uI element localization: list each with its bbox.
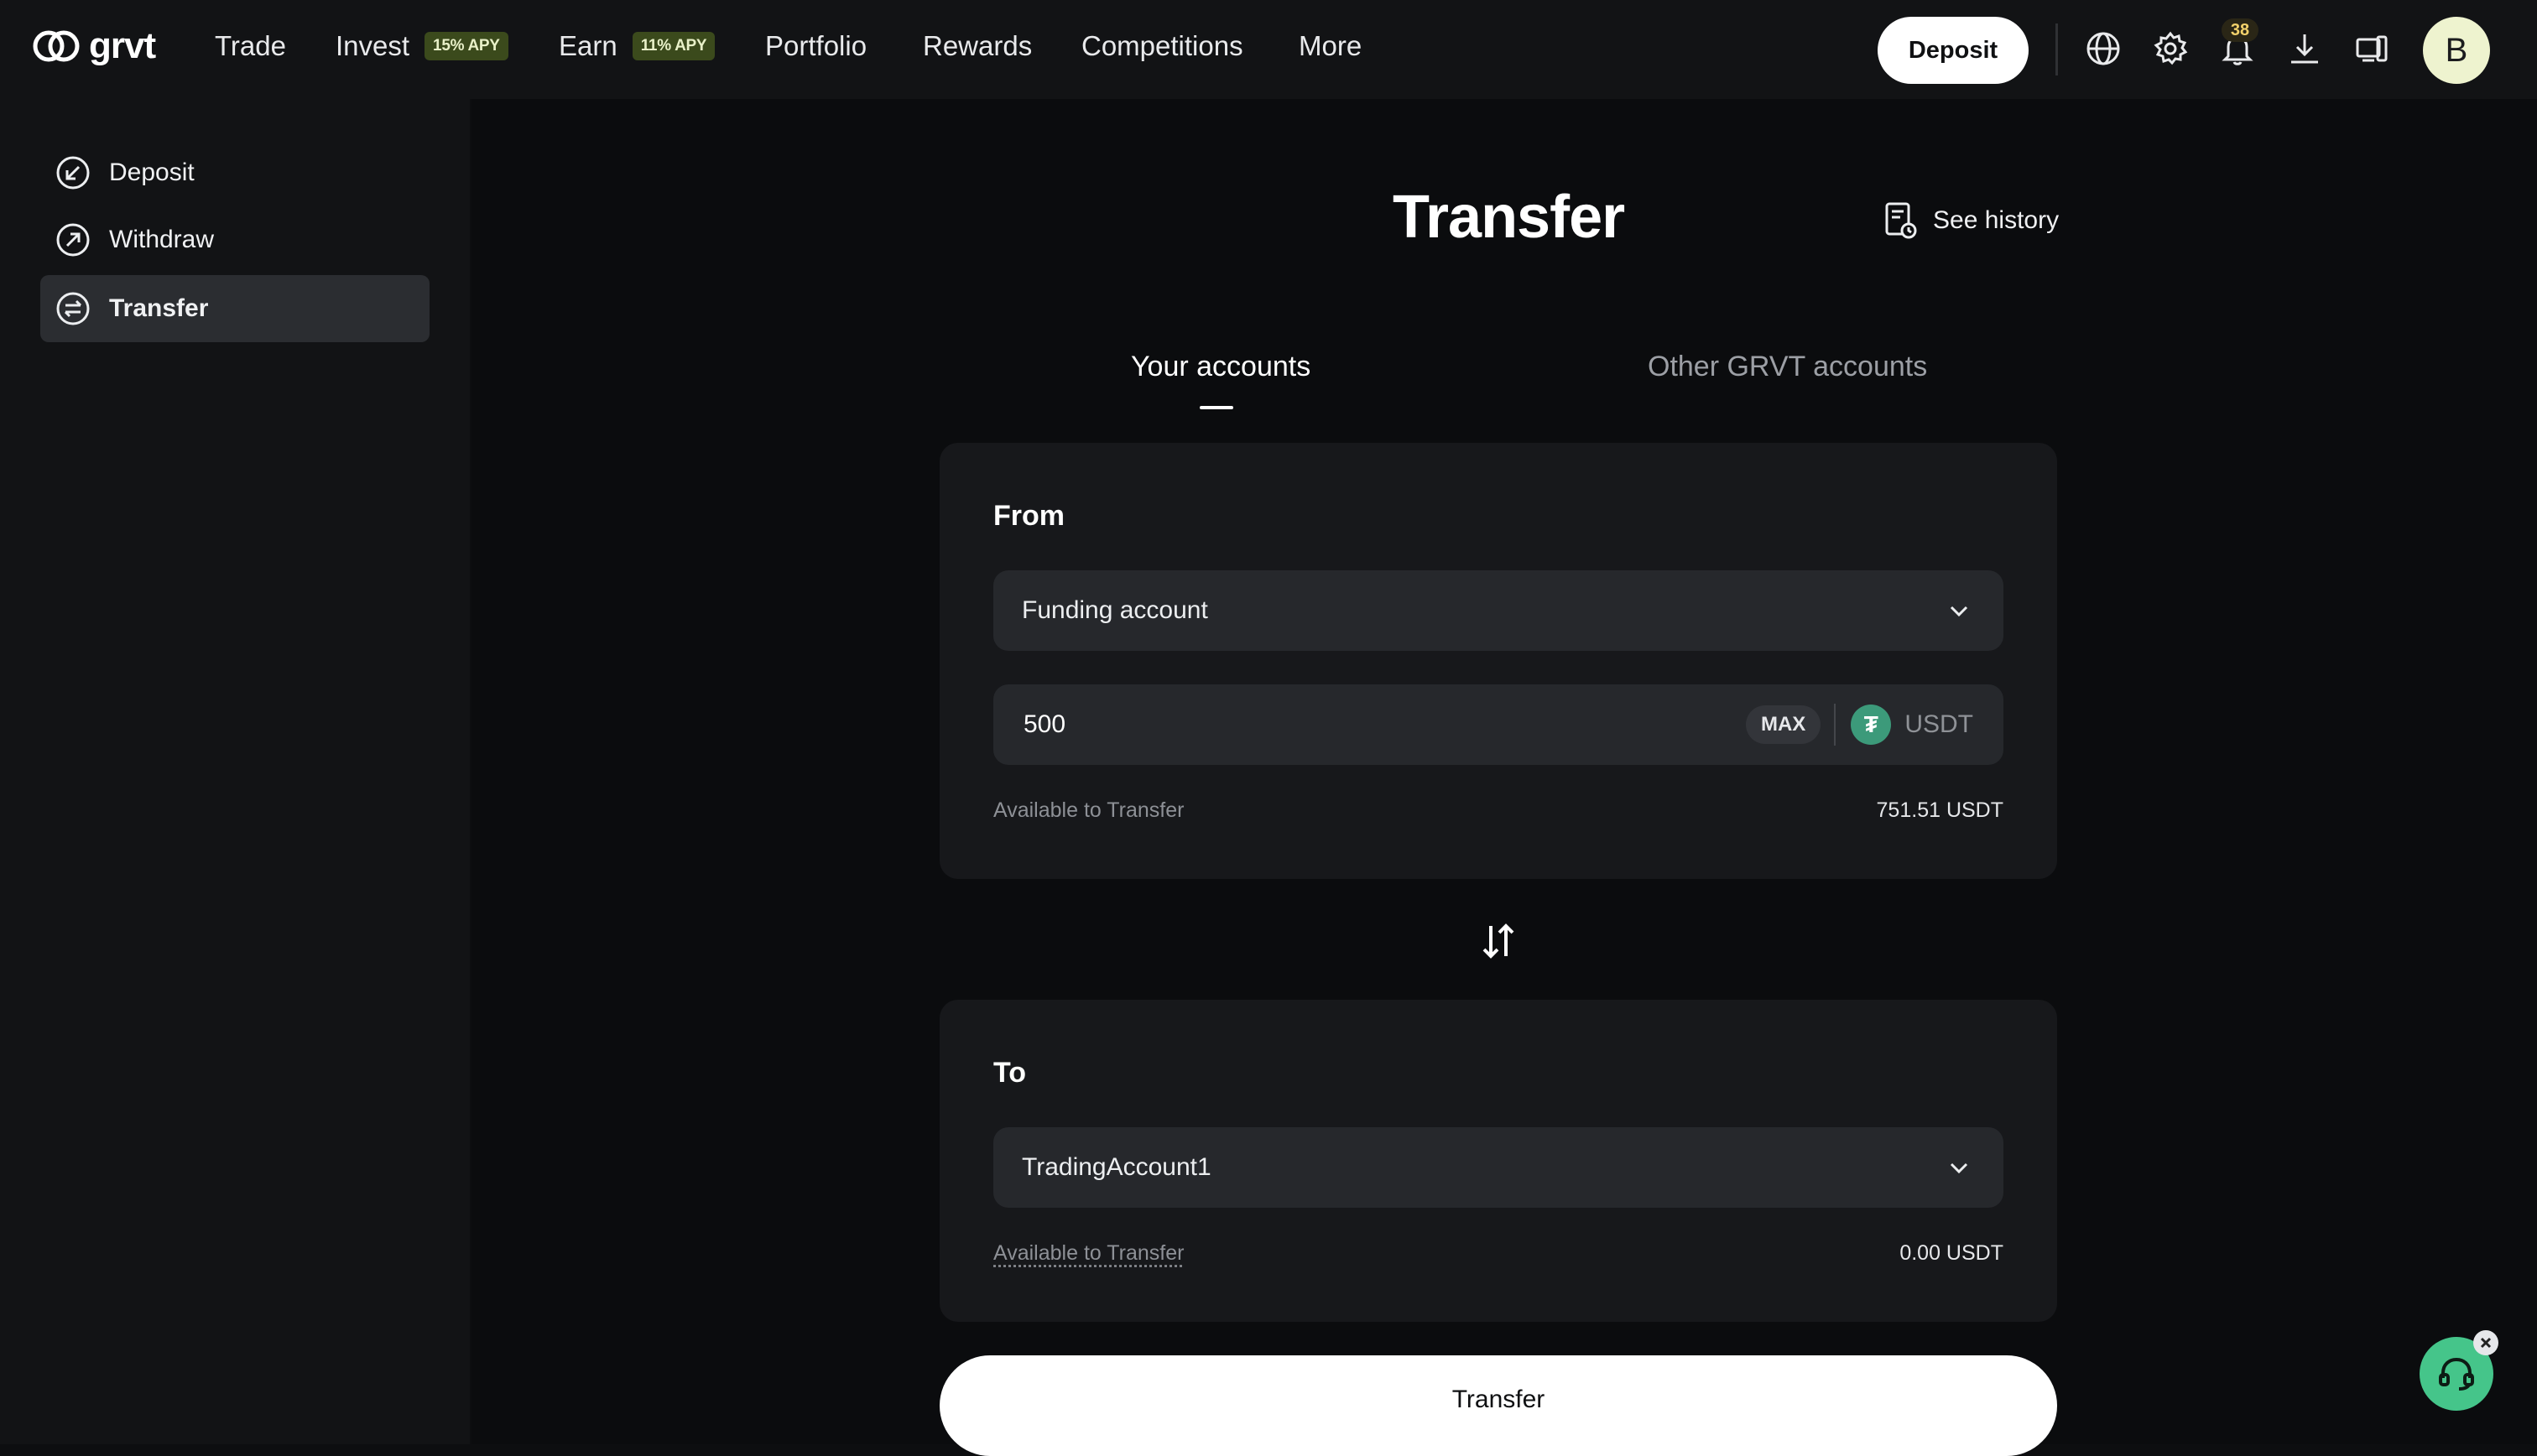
amount-divider bbox=[1834, 704, 1836, 746]
from-available-value: 751.51 USDT bbox=[1876, 798, 2003, 822]
top-navigation-bar: grvt Trade Invest 15% APY Earn 11% APY P… bbox=[0, 0, 2537, 99]
amount-field: MAX ₮ USDT bbox=[993, 684, 2003, 765]
to-available-value: 0.00 USDT bbox=[1899, 1241, 2003, 1265]
nav-more[interactable]: More bbox=[1299, 30, 1362, 62]
from-available-label: Available to Transfer bbox=[993, 798, 1185, 822]
nav-invest[interactable]: Invest 15% APY bbox=[336, 30, 508, 62]
nav-rewards[interactable]: Rewards bbox=[923, 30, 1032, 62]
max-button[interactable]: MAX bbox=[1745, 705, 1821, 744]
see-history-link[interactable]: See history bbox=[1884, 201, 2059, 240]
gear-icon[interactable] bbox=[2151, 29, 2190, 68]
tab-other-grvt-accounts[interactable]: Other GRVT accounts bbox=[1648, 351, 1927, 383]
swap-direction-icon[interactable] bbox=[1477, 919, 1520, 963]
nav-portfolio[interactable]: Portfolio bbox=[765, 30, 867, 62]
from-available-row: Available to Transfer 751.51 USDT bbox=[993, 798, 2003, 823]
nav-rewards-label: Rewards bbox=[923, 30, 1033, 61]
from-label: From bbox=[993, 500, 1065, 532]
usdt-coin-icon: ₮ bbox=[1851, 705, 1892, 745]
active-tab-indicator bbox=[1200, 406, 1233, 409]
nav-competitions-label: Competitions bbox=[1081, 30, 1243, 61]
page-title: Transfer bbox=[1393, 184, 1625, 251]
from-account-select[interactable]: Funding account bbox=[993, 570, 2003, 651]
globe-icon[interactable] bbox=[2084, 29, 2123, 68]
sidebar-item-transfer[interactable]: Transfer bbox=[40, 275, 430, 342]
grvt-logo[interactable]: grvt bbox=[32, 25, 156, 67]
sidebar-item-deposit[interactable]: Deposit bbox=[40, 139, 430, 206]
see-history-label: See history bbox=[1933, 206, 2060, 234]
from-account-value: Funding account bbox=[1022, 596, 1208, 624]
transfer-submit-button[interactable]: Transfer bbox=[940, 1355, 2057, 1456]
nav-portfolio-label: Portfolio bbox=[765, 30, 867, 61]
to-available-label[interactable]: Available to Transfer bbox=[993, 1241, 1184, 1266]
user-avatar[interactable]: B bbox=[2423, 17, 2490, 84]
to-account-select[interactable]: TradingAccount1 bbox=[993, 1127, 2003, 1208]
sidebar-item-label: Transfer bbox=[109, 294, 209, 322]
arrow-in-icon bbox=[56, 156, 90, 190]
devices-icon[interactable] bbox=[2352, 29, 2391, 68]
close-icon[interactable] bbox=[2473, 1330, 2498, 1355]
arrow-out-icon bbox=[56, 223, 90, 257]
history-icon bbox=[1885, 202, 1917, 239]
nav-invest-label: Invest bbox=[336, 30, 410, 61]
header-divider bbox=[2055, 23, 2058, 75]
brand-name: grvt bbox=[89, 25, 156, 66]
nav-earn-label: Earn bbox=[559, 30, 617, 61]
sidebar-item-label: Deposit bbox=[109, 159, 195, 186]
from-card: From Funding account MAX ₮ USDT Availabl… bbox=[940, 443, 2057, 879]
tab-your-accounts[interactable]: Your accounts bbox=[1131, 351, 1310, 383]
to-available-row: Available to Transfer 0.00 USDT bbox=[993, 1241, 2003, 1266]
notification-count-badge: 38 bbox=[2222, 18, 2258, 42]
to-account-value: TradingAccount1 bbox=[1022, 1153, 1211, 1181]
nav-earn[interactable]: Earn 11% APY bbox=[559, 30, 716, 62]
invest-apy-badge: 15% APY bbox=[425, 32, 508, 60]
nav-trade[interactable]: Trade bbox=[215, 30, 286, 62]
currency-label: USDT bbox=[1904, 710, 1973, 738]
to-label: To bbox=[993, 1057, 1027, 1089]
header-deposit-button[interactable]: Deposit bbox=[1878, 17, 2029, 84]
nav-competitions[interactable]: Competitions bbox=[1081, 30, 1243, 62]
chevron-down-icon bbox=[1950, 606, 1968, 617]
nav-trade-label: Trade bbox=[215, 30, 286, 61]
nav-more-label: More bbox=[1299, 30, 1362, 61]
earn-apy-badge: 11% APY bbox=[632, 32, 716, 60]
sidebar: Deposit Withdraw Transfer bbox=[0, 99, 470, 1444]
transfer-icon bbox=[56, 292, 90, 325]
to-card: To TradingAccount1 Available to Transfer… bbox=[940, 1000, 2057, 1322]
sidebar-item-label: Withdraw bbox=[109, 226, 215, 253]
download-icon[interactable] bbox=[2285, 29, 2324, 68]
amount-input[interactable] bbox=[1022, 710, 1746, 740]
sidebar-item-withdraw[interactable]: Withdraw bbox=[40, 206, 430, 273]
headset-icon bbox=[2439, 1357, 2474, 1391]
chevron-down-icon bbox=[1950, 1162, 1968, 1174]
grvt-logo-icon bbox=[33, 30, 80, 62]
